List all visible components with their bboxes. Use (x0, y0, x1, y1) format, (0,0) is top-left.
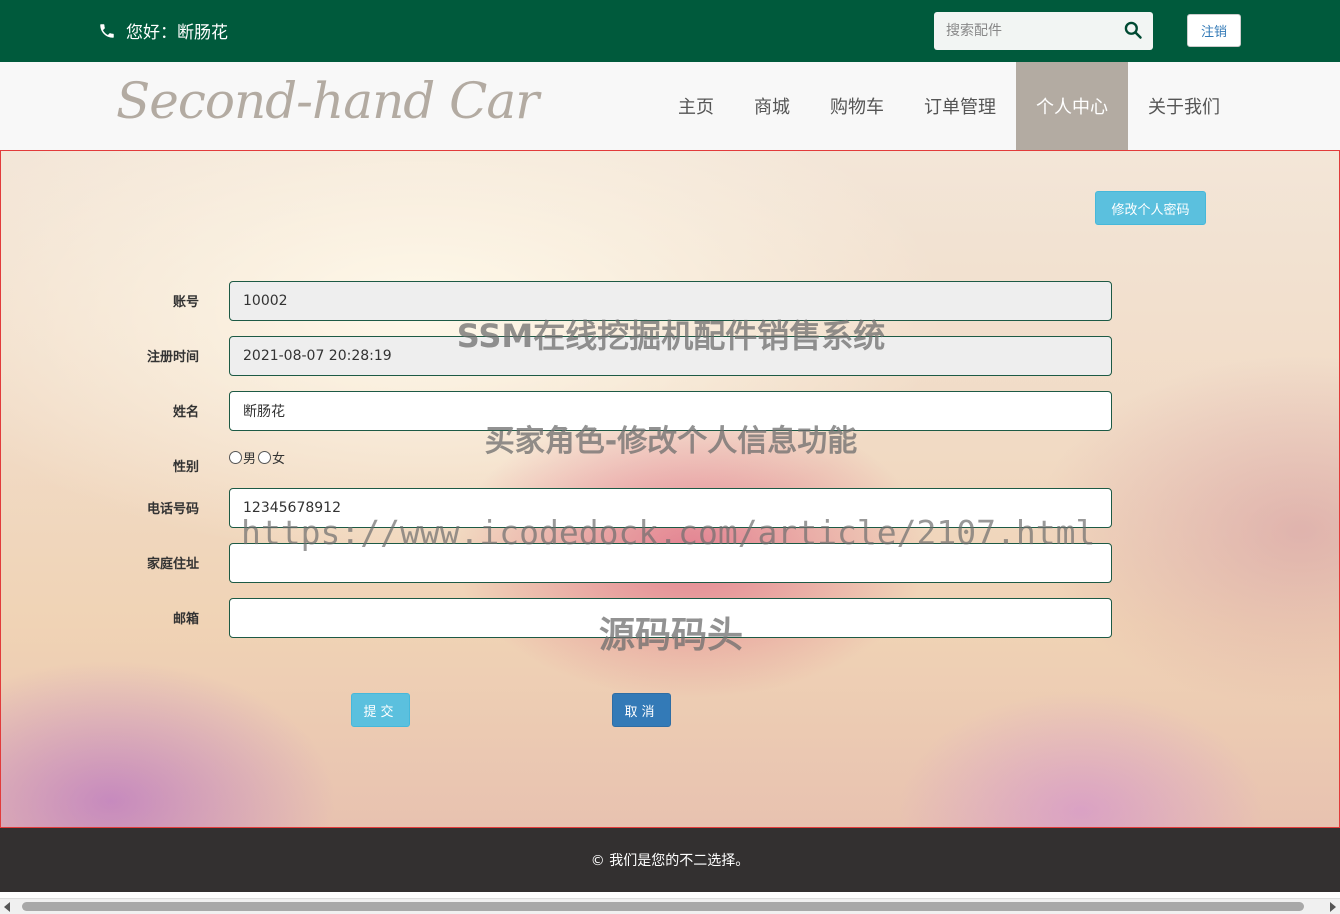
footer-text: © 我们是您的不二选择。 (590, 853, 750, 869)
nav-item-cart[interactable]: 购物车 (810, 62, 904, 150)
nav-item-mall[interactable]: 商城 (734, 62, 810, 150)
submit-button[interactable]: 提交 (351, 693, 410, 727)
nav-item-orders[interactable]: 订单管理 (904, 62, 1016, 150)
scroll-right-arrow-icon[interactable] (1330, 902, 1336, 912)
nav-item-home[interactable]: 主页 (658, 62, 734, 150)
phone-label: 电话号码 (146, 502, 199, 517)
watermark-subtitle: 买家角色-修改个人信息功能 (484, 424, 858, 459)
cancel-button[interactable]: 取消 (612, 693, 671, 727)
account-label: 账号 (172, 295, 199, 310)
scrollbar-thumb[interactable] (22, 902, 1304, 911)
search-input[interactable] (934, 13, 1114, 49)
watermark-url: https://www.icodedock.com/article/2107.h… (241, 513, 1096, 552)
top-bar: 您好：断肠花 注销 (0, 0, 1340, 62)
nav-item-profile[interactable]: 个人中心 (1016, 62, 1128, 150)
scroll-left-arrow-icon[interactable] (4, 902, 10, 912)
greeting-text: 您好：断肠花 (126, 23, 228, 43)
search-icon[interactable] (1123, 20, 1143, 40)
nav-item-about[interactable]: 关于我们 (1128, 62, 1240, 150)
watermark-brand: 源码码头 (598, 615, 743, 656)
site-logo[interactable]: Second-hand Car (116, 72, 539, 130)
search-box (934, 12, 1153, 50)
logout-button[interactable]: 注销 (1187, 14, 1241, 47)
navbar: Second-hand Car 主页 商城 购物车 订单管理 个人中心 关于我们 (0, 62, 1340, 150)
horizontal-scrollbar[interactable] (0, 898, 1340, 914)
phone-icon (100, 23, 114, 38)
address-label: 家庭住址 (146, 557, 199, 572)
profile-panel: 修改个人密码 账号 注册时间 姓名 性别 男 女 电话号码 家庭住址 邮箱 提交… (0, 150, 1340, 828)
footer: © 我们是您的不二选择。 (0, 828, 1340, 892)
watermark-title: SSM在线挖掘机配件销售系统 (456, 317, 886, 355)
greeting: 您好：断肠花 (98, 18, 228, 43)
change-password-button[interactable]: 修改个人密码 (1095, 191, 1206, 225)
nav-menu: 主页 商城 购物车 订单管理 个人中心 关于我们 (658, 62, 1240, 150)
